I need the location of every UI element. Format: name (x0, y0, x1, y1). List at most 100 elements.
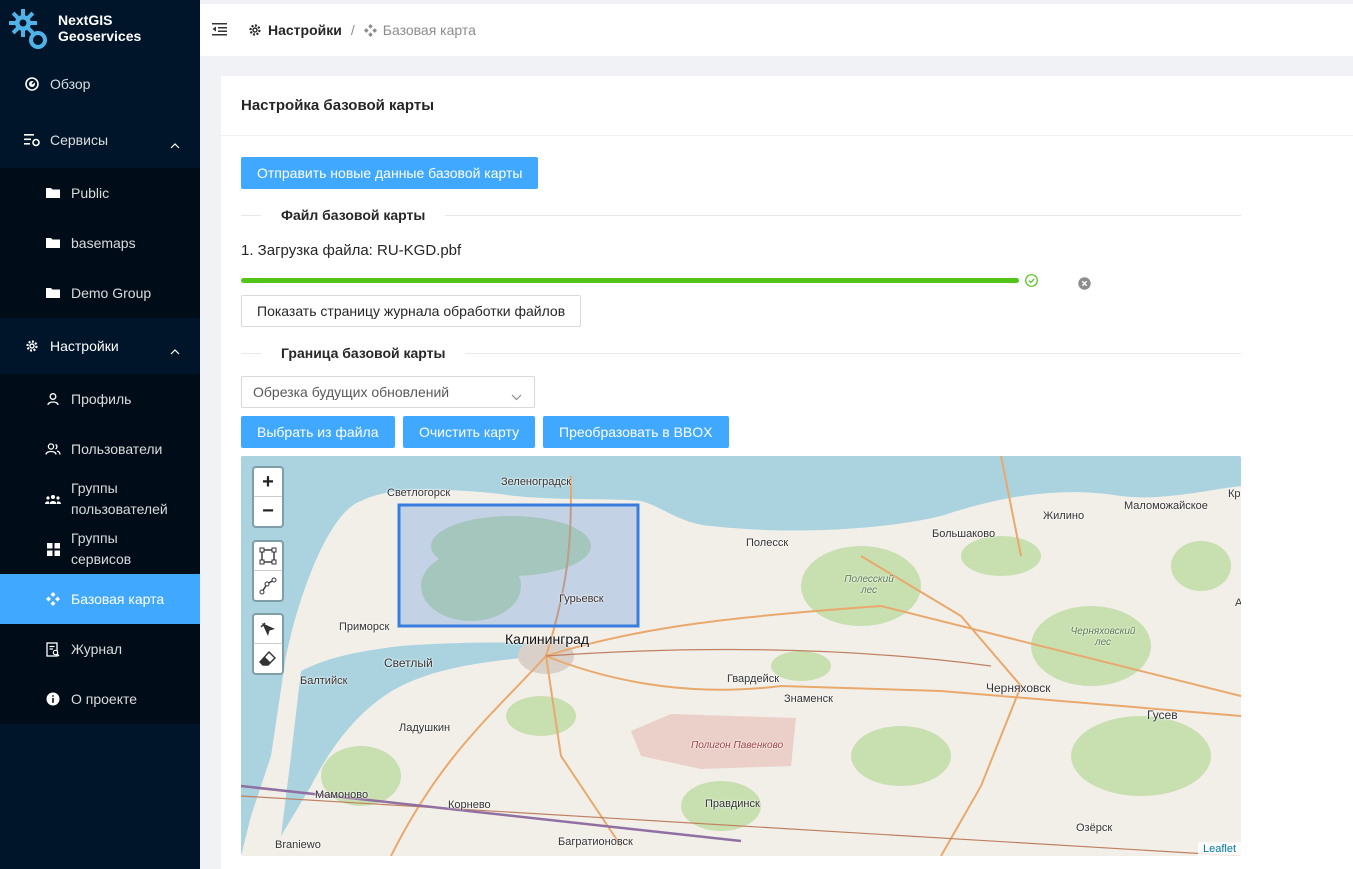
draw-polyline-button[interactable] (254, 571, 282, 600)
basemap-map[interactable]: Светлогорск Зеленоградск Полесск Большак… (241, 456, 1241, 856)
map-label-mamonovo: Мамоново (315, 789, 369, 801)
convert-to-bbox-button[interactable]: Преобразовать в BBOX (543, 416, 729, 448)
chevron-up-icon (170, 342, 180, 358)
sidebar-item-settings-label: Настройки (50, 338, 119, 354)
users-icon (45, 441, 61, 457)
info-circle-icon (45, 691, 61, 707)
sidebar-item-public[interactable]: Public (0, 168, 200, 218)
menu-fold-icon[interactable] (212, 22, 228, 38)
sidebar-item-user-groups[interactable]: Группы пользователей (0, 474, 200, 524)
draw-rectangle-button[interactable] (254, 542, 282, 571)
sidebar-item-services-label: Сервисы (50, 132, 109, 148)
folder-icon (45, 185, 61, 201)
clear-map-button[interactable]: Очистить карту (403, 416, 536, 448)
map-label-bolshakovo: Большаково (932, 528, 996, 540)
folder-icon (45, 235, 61, 251)
file-section-title: Файл базовой карты (281, 207, 426, 223)
map-label-pravdinsk: Правдинск (705, 798, 760, 810)
chevron-up-icon (170, 136, 180, 152)
map-label-kornevo: Корнево (448, 799, 491, 811)
zoom-in-button[interactable]: + (254, 468, 282, 497)
sidebar-item-users-label: Пользователи (71, 441, 163, 457)
map-label-chernyakhovsky-les: Черняховский лес (1070, 626, 1136, 648)
draw-polyline-icon (259, 577, 277, 594)
sidebar-item-journal[interactable]: Журнал (0, 624, 200, 674)
sidebar-item-basemaps[interactable]: basemaps (0, 218, 200, 268)
check-circle-icon (1025, 274, 1038, 292)
map-label-ozyorsk: Озёрск (1076, 822, 1113, 834)
map-label-guryevsk: Гурьевск (559, 593, 604, 605)
map-label-kr: Кр (1228, 488, 1241, 500)
border-section-title: Граница базовой карты (281, 345, 446, 361)
sidebar-item-basemap[interactable]: Базовая карта (0, 574, 200, 624)
map-label-baltiysk: Балтийск (300, 675, 348, 687)
map-label-zelenogradsk: Зеленоградск (501, 476, 572, 488)
send-basemap-data-button[interactable]: Отправить новые данные базовой карты (241, 157, 539, 189)
map-label-zhilino: Жилино (1043, 510, 1085, 522)
draw-rectangle-icon (259, 547, 277, 565)
user-icon (45, 391, 61, 407)
sidebar-item-journal-label: Журнал (71, 641, 123, 657)
clip-mode-select-value: Обрезка будущих обновлений (253, 384, 450, 400)
zoom-control: + − (252, 466, 284, 528)
delete-layers-button[interactable] (254, 644, 282, 673)
app-name-line1: NextGIS (58, 12, 113, 28)
edit-toolbar (252, 613, 284, 675)
zoom-out-button[interactable]: − (254, 497, 282, 526)
map-label-svetlogorsk: Светлогорск (387, 487, 451, 499)
sidebar-item-overview[interactable]: Обзор (0, 56, 200, 112)
folder-icon (45, 285, 61, 301)
sidebar-item-public-label: Public (71, 185, 110, 201)
eraser-icon (259, 650, 276, 666)
map-label-bagrationovsk: Багратионовск (558, 836, 633, 848)
map-label-gusev: Гусев (1147, 708, 1178, 722)
sidebar-item-demo-group[interactable]: Demo Group (0, 268, 200, 318)
sidebar-item-about-label: О проекте (71, 691, 138, 707)
sidebar-item-profile-label: Профиль (71, 391, 132, 407)
choose-from-file-button[interactable]: Выбрать из файла (241, 416, 395, 448)
breadcrumb: Настройки / Базовая карта (248, 22, 476, 38)
map-label-gvardeysk: Гвардейск (727, 673, 780, 685)
map-label-malomozhayskoe: Маломожайское (1124, 500, 1208, 512)
edit-layers-button[interactable] (254, 615, 282, 644)
file-section-divider: Файл базовой карты (241, 204, 1241, 226)
map-label-primorsk: Приморск (339, 621, 390, 633)
gear-icon (249, 24, 261, 36)
map-label-polessk: Полесск (746, 537, 789, 549)
chevron-down-icon (511, 388, 522, 404)
app-logo[interactable]: NextGIS Geoservices (0, 0, 200, 56)
gear-logo-icon (9, 9, 47, 49)
upload-file-label: 1. Загрузка файла: RU-KGD.pbf (241, 242, 462, 259)
services-settings-icon (24, 132, 40, 148)
map-label-braniewo: Braniewo (275, 839, 321, 851)
team-icon (45, 491, 61, 507)
sidebar-item-about[interactable]: О проекте (0, 674, 200, 724)
clip-mode-select[interactable]: Обрезка будущих обновлений (241, 376, 535, 408)
remove-file-icon[interactable] (1078, 277, 1091, 295)
map-label-svetly: Светлый (384, 656, 433, 670)
breadcrumb-settings[interactable]: Настройки (248, 22, 342, 38)
map-label-poligon: Полигон Павенково (691, 740, 784, 751)
map-label-kaliningrad: Калининград (505, 631, 590, 647)
map-label-znamensk: Знаменск (784, 693, 833, 705)
sidebar-item-user-groups-label-2: пользователей (71, 501, 168, 517)
leaflet-attribution[interactable]: Leaflet (1197, 842, 1241, 856)
basemap-settings-card: Настройка базовой карты Отправить новые … (221, 76, 1353, 869)
sidebar-item-services[interactable]: Сервисы (0, 112, 200, 168)
dashboard-icon (24, 76, 40, 92)
gear-icon (24, 338, 40, 354)
map-label-chernyakhovsk: Черняховск (986, 681, 1051, 695)
sidebar-item-users[interactable]: Пользователи (0, 424, 200, 474)
breadcrumb-separator: / (350, 22, 355, 38)
basemap-diamonds-icon (45, 591, 61, 607)
sidebar-item-settings[interactable]: Настройки (0, 318, 200, 374)
sidebar-item-service-groups[interactable]: Группы сервисов (0, 524, 200, 574)
sidebar-item-service-groups-label-2: сервисов (71, 551, 132, 567)
edit-cursor-icon (260, 622, 275, 636)
top-header: Настройки / Базовая карта (200, 4, 1353, 56)
sidebar-item-profile[interactable]: Профиль (0, 374, 200, 424)
show-processing-log-button[interactable]: Показать страницу журнала обработки файл… (241, 295, 582, 327)
border-section-divider: Граница базовой карты (241, 342, 1241, 364)
sidebar-item-demo-group-label: Demo Group (71, 285, 152, 301)
map-label-ladushkin: Ладушкин (399, 722, 451, 734)
